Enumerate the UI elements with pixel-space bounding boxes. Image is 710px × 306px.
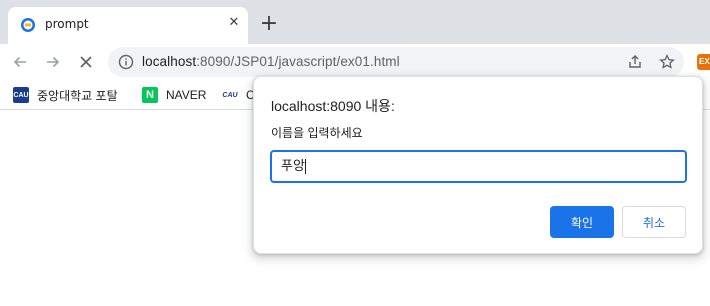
extension-icon[interactable]: EX (697, 54, 710, 70)
cancel-button[interactable]: 취소 (622, 206, 686, 238)
tab-strip: prompt ✕ + (0, 0, 710, 44)
prompt-input-value: 푸앙 (281, 159, 305, 174)
toolbar: localhost:8090/JSP01/javascript/ex01.htm… (0, 44, 710, 80)
url-text: localhost:8090/JSP01/javascript/ex01.htm… (142, 54, 400, 69)
forward-arrow-icon[interactable] (41, 50, 65, 74)
tab-title: prompt (45, 17, 89, 31)
address-bar[interactable]: localhost:8090/JSP01/javascript/ex01.htm… (108, 47, 684, 77)
share-icon[interactable] (626, 53, 644, 71)
bookmark-star-icon[interactable] (658, 53, 676, 71)
site-info-icon[interactable] (118, 54, 134, 70)
tab-favicon-icon (20, 17, 36, 33)
cau-logo-icon: CAU (13, 87, 29, 103)
bookmark-cau-portal[interactable]: CAU 중앙대학교 포탈 (13, 85, 118, 105)
new-tab-icon[interactable]: + (258, 13, 280, 35)
dialog-message: 이름을 입력하세요 (271, 126, 363, 140)
prompt-input[interactable]: 푸앙 (270, 150, 687, 183)
url-path: :8090/JSP01/javascript/ex01.html (196, 54, 400, 69)
dialog-title: localhost:8090 내용: (271, 98, 395, 114)
cau-logo-icon: CAU (222, 87, 238, 103)
back-arrow-icon[interactable] (8, 50, 32, 74)
close-tab-icon[interactable]: ✕ (226, 15, 242, 31)
bookmark-label: 중앙대학교 포탈 (37, 88, 118, 103)
bookmark-label: NAVER (166, 88, 207, 102)
prompt-dialog: localhost:8090 내용: 이름을 입력하세요 푸앙 확인 취소 (253, 76, 703, 254)
naver-logo-icon: N (142, 87, 158, 103)
ok-button[interactable]: 확인 (550, 206, 614, 238)
text-caret (304, 159, 306, 174)
tab-prompt[interactable]: prompt ✕ (8, 7, 248, 44)
url-host: localhost (142, 54, 197, 69)
stop-loading-icon[interactable] (74, 50, 98, 74)
bookmark-naver[interactable]: N NAVER (142, 85, 206, 105)
